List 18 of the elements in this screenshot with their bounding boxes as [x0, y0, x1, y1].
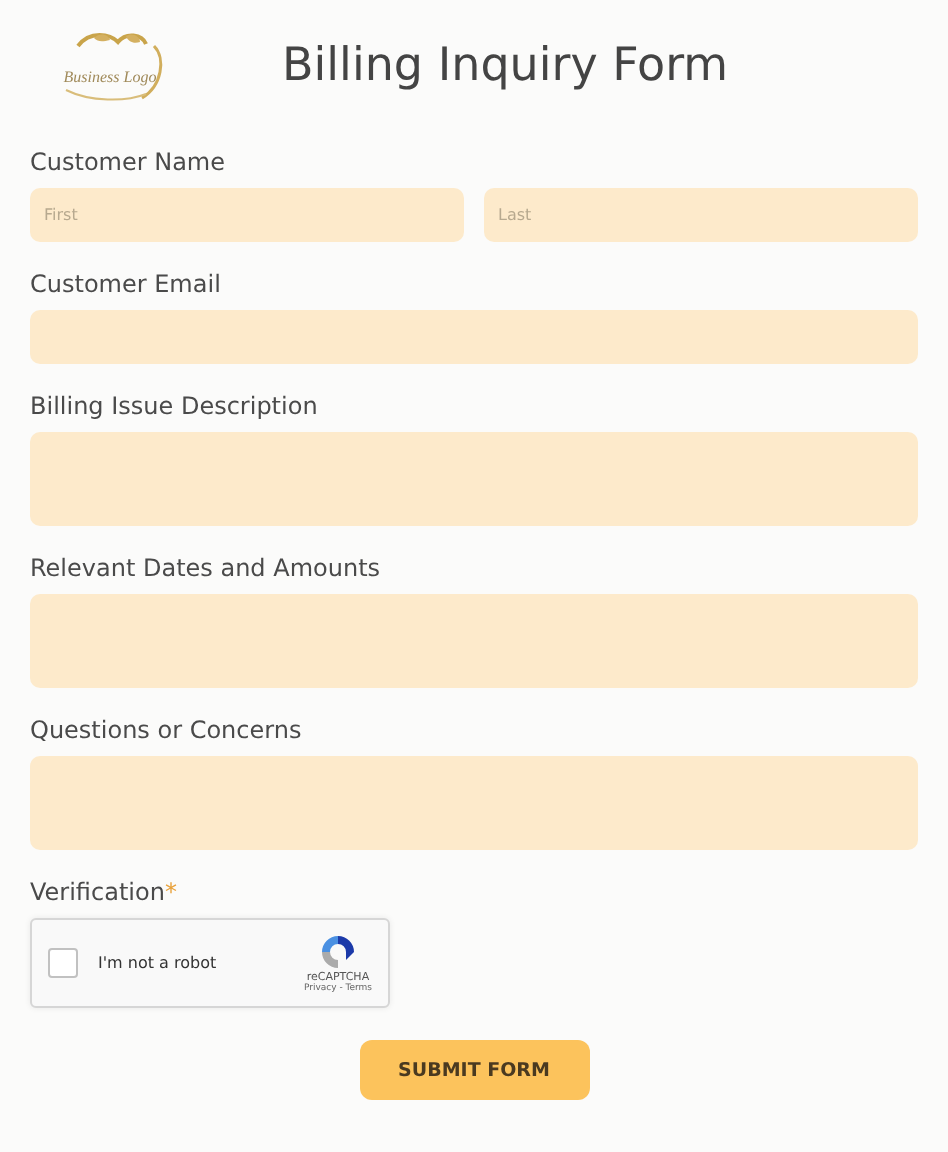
- text-area[interactable]: [30, 594, 918, 688]
- business-logo: Business Logo: [38, 26, 182, 106]
- field-label: Billing Issue Description: [30, 392, 320, 420]
- name-field[interactable]: Last: [484, 188, 918, 242]
- field-label: Verification*: [30, 878, 179, 906]
- text-area[interactable]: [30, 756, 918, 850]
- field-label: Questions or Concerns: [30, 716, 304, 744]
- captcha-text: I'm not a robot: [98, 954, 219, 972]
- recaptcha-icon: [317, 932, 358, 972]
- name-field[interactable]: First: [30, 188, 464, 242]
- submit-button[interactable]: SUBMIT FORM: [359, 1040, 589, 1100]
- email-field[interactable]: [30, 310, 918, 364]
- text-area[interactable]: [30, 432, 918, 526]
- form-title: Billing Inquiry Form: [282, 40, 729, 92]
- checkbox[interactable]: [48, 948, 78, 978]
- field-label: Customer Email: [30, 270, 223, 298]
- field-label: Relevant Dates and Amounts: [30, 554, 383, 582]
- field-label: Customer Name: [30, 148, 228, 176]
